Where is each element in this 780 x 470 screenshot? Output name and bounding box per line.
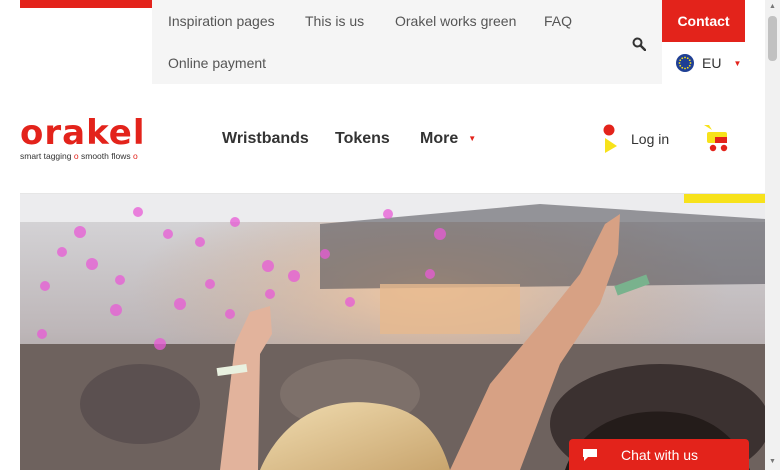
login-label: Log in bbox=[631, 131, 670, 147]
cart-icon bbox=[704, 125, 728, 152]
brand-wordmark: orakel bbox=[20, 113, 146, 153]
scroll-down-icon[interactable]: ▼ bbox=[768, 458, 777, 466]
link-inspiration-pages[interactable]: Inspiration pages bbox=[168, 13, 275, 29]
nav-wristbands[interactable]: Wristbands bbox=[222, 130, 309, 148]
hero-image bbox=[20, 194, 765, 470]
search-button[interactable] bbox=[628, 33, 650, 55]
highlight-tab bbox=[684, 194, 765, 203]
nav-more[interactable]: More ▼ bbox=[420, 130, 476, 148]
search-icon bbox=[632, 37, 646, 51]
chat-label: Chat with us bbox=[621, 446, 699, 463]
link-online-payment[interactable]: Online payment bbox=[168, 55, 266, 71]
scroll-up-icon[interactable]: ▲ bbox=[768, 3, 777, 11]
contact-button[interactable]: Contact bbox=[662, 0, 745, 42]
link-orakel-works-green[interactable]: Orakel works green bbox=[395, 13, 516, 29]
link-this-is-us[interactable]: This is us bbox=[305, 13, 364, 29]
user-icon bbox=[603, 124, 617, 153]
cart-button[interactable] bbox=[703, 123, 731, 153]
top-utility-bar: Inspiration pages This is us Orakel work… bbox=[152, 0, 745, 84]
region-label: EU bbox=[702, 55, 722, 71]
brand-logo[interactable]: orakel smart tagging o smooth flows o bbox=[20, 116, 170, 162]
nav-more-label: More bbox=[420, 130, 459, 147]
brand-tagline: smart tagging o smooth flows o bbox=[20, 151, 138, 161]
nav-tokens[interactable]: Tokens bbox=[335, 130, 390, 148]
link-faq[interactable]: FAQ bbox=[544, 13, 572, 29]
festival-crowd-photo bbox=[20, 194, 765, 470]
eu-flag-icon bbox=[676, 54, 694, 72]
chevron-down-icon: ▼ bbox=[733, 58, 742, 68]
chevron-down-icon: ▼ bbox=[468, 134, 477, 143]
chat-bubble-icon bbox=[583, 448, 597, 461]
scrollbar-thumb[interactable] bbox=[768, 16, 777, 61]
region-selector[interactable]: EU ▼ bbox=[662, 42, 745, 84]
page-scrollbar[interactable]: ▲ ▼ bbox=[765, 0, 780, 470]
top-accent-strip bbox=[20, 0, 152, 8]
login-button[interactable]: Log in bbox=[603, 124, 669, 154]
chat-widget-button[interactable]: Chat with us bbox=[569, 439, 749, 470]
